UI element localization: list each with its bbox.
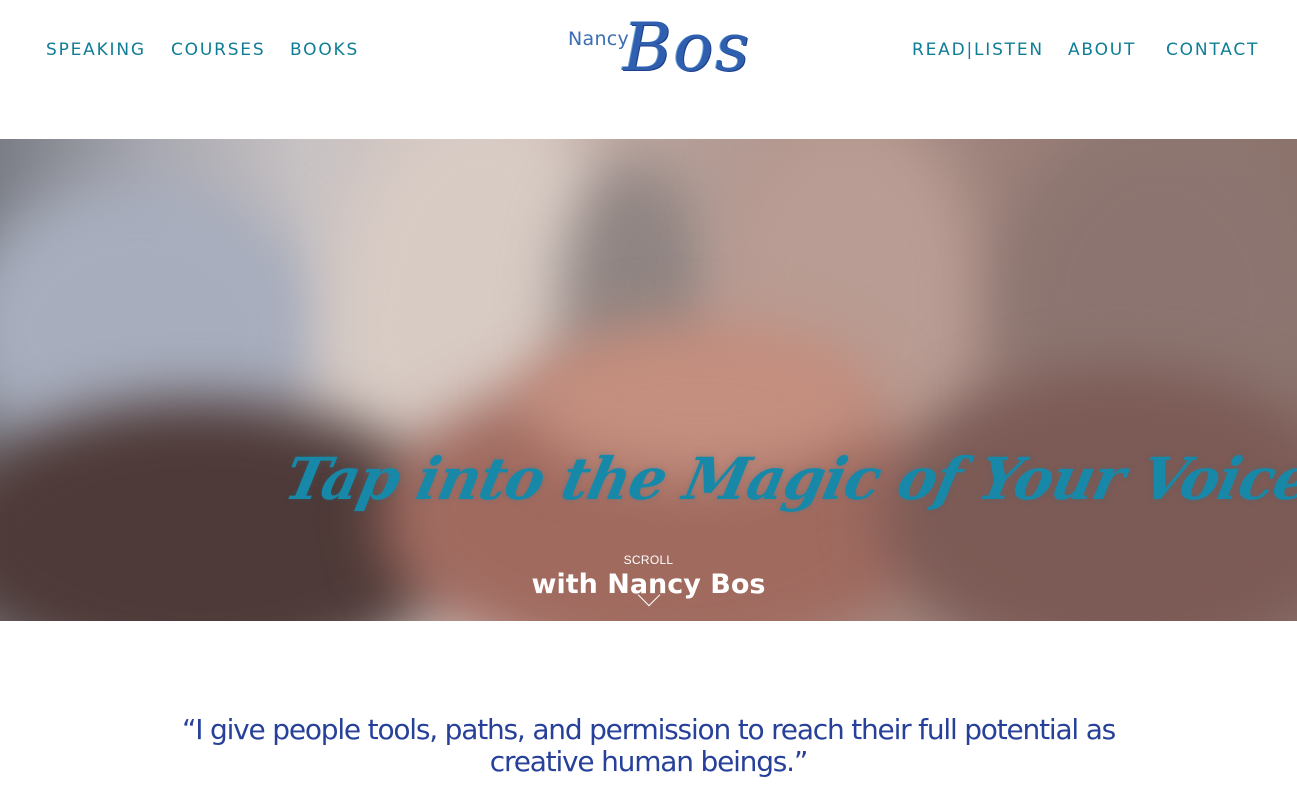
- scroll-label: SCROLL: [623, 553, 674, 567]
- nav-read-listen[interactable]: READ|LISTEN: [912, 38, 1044, 62]
- hero-banner: Tap into the Magic of Your Voice SCROLL …: [0, 139, 1297, 621]
- nav-about[interactable]: ABOUT: [1068, 38, 1136, 62]
- logo-first-name: Nancy: [568, 28, 630, 50]
- nav-speaking[interactable]: SPEAKING: [46, 38, 146, 62]
- logo-last-name: Bos: [623, 9, 752, 86]
- site-header: SPEAKING COURSES BOOKS Nancy Bos READ|LI…: [0, 0, 1297, 139]
- nav-courses[interactable]: COURSES: [171, 38, 265, 62]
- nav-books[interactable]: BOOKS: [290, 38, 359, 62]
- nav-contact[interactable]: CONTACT: [1166, 38, 1259, 62]
- hero-title: Tap into the Magic of Your Voice: [278, 445, 1297, 513]
- site-logo[interactable]: Nancy Bos: [563, 8, 749, 96]
- mission-quote: “I give people tools, paths, and permiss…: [181, 713, 1116, 778]
